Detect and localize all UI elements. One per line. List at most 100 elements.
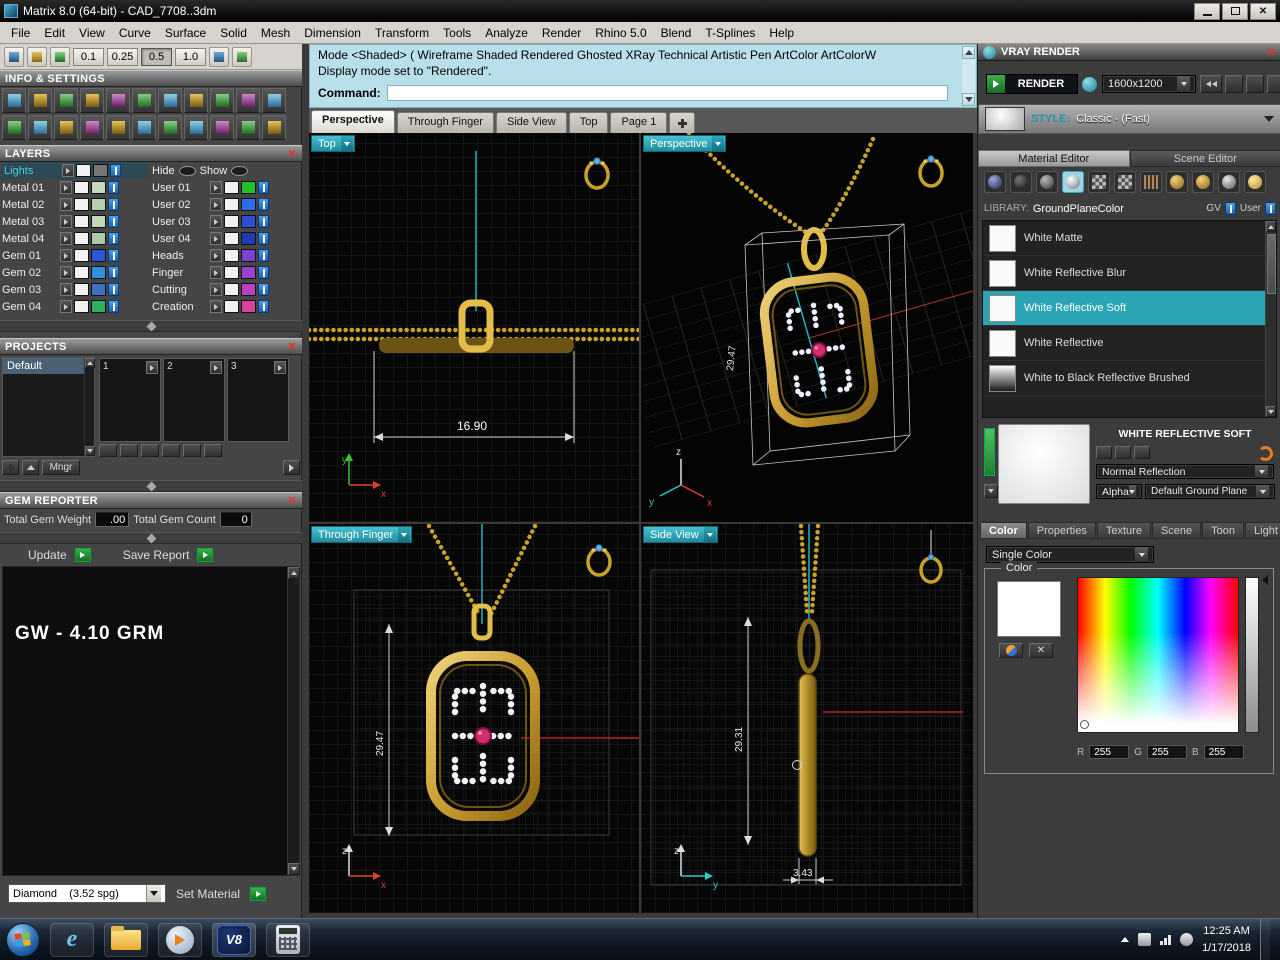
viewport-perspective[interactable]: Perspective 29.47 z x y (641, 133, 973, 522)
action-center-icon[interactable] (1138, 933, 1152, 946)
tool-icon[interactable] (132, 88, 156, 113)
layer-row[interactable]: Metal 04 (2, 230, 119, 247)
layer-color-swatch[interactable] (224, 198, 239, 211)
set-material-label[interactable]: Set Material (176, 887, 240, 901)
layer-material-swatch[interactable] (241, 300, 256, 313)
tool-icon[interactable] (262, 88, 286, 113)
gold-beads-icon[interactable] (1166, 171, 1188, 193)
tool-icon[interactable] (106, 115, 130, 140)
viewport-label-top[interactable]: Top (311, 135, 355, 152)
tool-icon[interactable] (184, 115, 208, 140)
b-value[interactable]: 255 (1203, 745, 1244, 759)
viewport-through-finger[interactable]: Through Finger 29.47 z x (309, 524, 639, 913)
network-icon[interactable] (1160, 934, 1172, 945)
rewind-icon[interactable] (1200, 75, 1222, 93)
scroll-up-icon[interactable] (85, 358, 95, 368)
command-scrollbar[interactable] (962, 46, 975, 106)
layer-color-swatch[interactable] (224, 300, 239, 313)
tab-perspective[interactable]: Perspective (311, 110, 395, 133)
layer-lock-icon[interactable] (110, 164, 121, 177)
layer-color-swatch[interactable] (224, 232, 239, 245)
layer-material-swatch[interactable] (91, 249, 106, 262)
layer-material-swatch[interactable] (93, 164, 108, 177)
reflection-select[interactable]: Normal Reflection (1096, 464, 1274, 479)
close-icon[interactable]: ✕ (287, 340, 297, 353)
project-slot-3[interactable]: 3 (227, 358, 289, 442)
bulb-icon[interactable] (1244, 171, 1266, 193)
menu-item-rhino[interactable]: Rhino 5.0 (588, 23, 653, 43)
layer-lock-icon[interactable] (258, 283, 269, 296)
tool-icon[interactable] (184, 88, 208, 113)
color-pick-button[interactable] (999, 643, 1023, 658)
scroll-down-icon[interactable] (962, 93, 975, 106)
layer-lock-icon[interactable] (108, 215, 119, 228)
layer-color-swatch[interactable] (74, 198, 89, 211)
layer-lock-icon[interactable] (258, 300, 269, 313)
menu-item-file[interactable]: File (4, 23, 37, 43)
material-preview-swatch[interactable] (998, 424, 1090, 504)
ground-plane-select[interactable]: Default Ground Plane (1145, 484, 1275, 499)
layer-expand-icon[interactable] (210, 215, 222, 228)
color-clear-button[interactable]: ✕ (1029, 643, 1053, 658)
tab-properties[interactable]: Properties (1027, 522, 1096, 539)
tool-icon[interactable] (158, 115, 182, 140)
checker-alt-icon[interactable] (1114, 171, 1136, 193)
gem-reporter-header[interactable]: GEM REPORTER ✕ (0, 492, 302, 509)
scroll-thumb[interactable] (1267, 234, 1276, 294)
expand-right-icon[interactable] (283, 460, 300, 475)
layer-row[interactable]: Metal 02 (2, 196, 119, 213)
layer-expand-icon[interactable] (62, 164, 74, 177)
layer-expand-icon[interactable] (60, 215, 72, 228)
sphere-icon[interactable] (1036, 171, 1058, 193)
layer-row[interactable]: User 03 (152, 213, 269, 230)
render-globe-icon[interactable] (1082, 77, 1097, 92)
layer-material-swatch[interactable] (241, 215, 256, 228)
layer-lock-icon[interactable] (108, 266, 119, 279)
g-value[interactable]: 255 (1147, 745, 1188, 759)
menu-item-help[interactable]: Help (762, 23, 801, 43)
close-icon[interactable]: ✕ (287, 494, 297, 507)
layer-row-lights[interactable]: Lights (2, 162, 148, 179)
slot-action-button[interactable] (99, 444, 117, 457)
scroll-up-icon[interactable] (288, 567, 300, 579)
layer-color-swatch[interactable] (76, 164, 91, 177)
layer-color-swatch[interactable] (74, 266, 89, 279)
tab-light[interactable]: Light (1245, 522, 1280, 539)
update-button-label[interactable]: Update (28, 548, 67, 562)
layer-color-swatch[interactable] (74, 249, 89, 262)
move-up-button[interactable] (22, 460, 39, 475)
gem-weight-value[interactable]: .00 (95, 512, 130, 527)
hide-eye-icon[interactable] (178, 165, 196, 176)
preview-option-button[interactable] (1115, 446, 1131, 459)
layer-lock-icon[interactable] (258, 249, 269, 262)
viewport-top[interactable]: Top 16.90 y x (309, 133, 639, 522)
taskbar-calculator-button[interactable] (266, 922, 310, 957)
layer-lock-icon[interactable] (258, 266, 269, 279)
layer-expand-icon[interactable] (60, 181, 72, 194)
projects-header[interactable]: PROJECTS ✕ (0, 338, 302, 355)
command-input[interactable] (386, 85, 948, 101)
tool-icon[interactable] (236, 115, 260, 140)
layer-lock-icon[interactable] (108, 249, 119, 262)
project-item-default[interactable]: Default (3, 358, 94, 374)
project-scrollbar[interactable] (84, 358, 95, 456)
grid-tool-icon[interactable] (209, 46, 229, 67)
layer-color-swatch[interactable] (74, 215, 89, 228)
layers-header[interactable]: LAYERS ✕ (0, 145, 302, 162)
scroll-down-icon[interactable] (1266, 406, 1276, 417)
layer-expand-icon[interactable] (60, 283, 72, 296)
layer-expand-icon[interactable] (210, 283, 222, 296)
layer-material-swatch[interactable] (91, 181, 106, 194)
tool-icon[interactable] (210, 88, 234, 113)
brush-tool-icon[interactable] (50, 46, 70, 67)
clock[interactable]: 12:25 AM 1/17/2018 (1202, 923, 1251, 956)
layer-row[interactable]: Heads (152, 247, 269, 264)
project-slot-2[interactable]: 2 (163, 358, 225, 442)
layer-material-swatch[interactable] (91, 300, 106, 313)
layer-color-swatch[interactable] (224, 215, 239, 228)
show-desktop-button[interactable] (1260, 918, 1270, 960)
show-eye-icon[interactable] (231, 165, 249, 176)
report-scrollbar[interactable] (287, 567, 300, 875)
alpha-select[interactable]: Alpha (1096, 484, 1142, 499)
slot-action-button[interactable] (120, 444, 138, 457)
